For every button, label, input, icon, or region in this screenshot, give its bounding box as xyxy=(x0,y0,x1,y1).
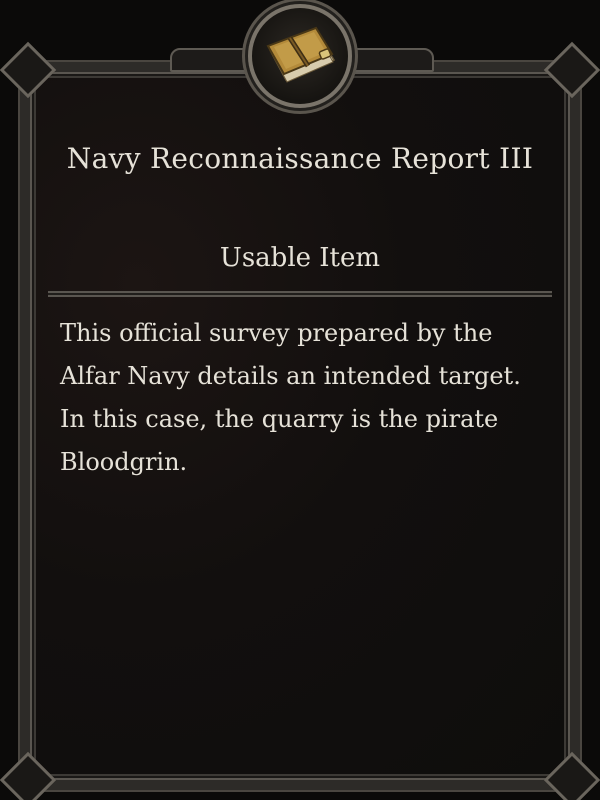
section-divider xyxy=(48,291,552,297)
leather-journal-icon xyxy=(266,26,336,83)
item-title: Navy Reconnaissance Report III xyxy=(66,142,534,175)
item-icon-medallion xyxy=(248,4,352,108)
item-description: This official survey prepared by the Alf… xyxy=(60,319,521,476)
item-tooltip: Navy Reconnaissance Report III Usable It… xyxy=(0,0,600,800)
item-type: Usable Item xyxy=(219,243,381,273)
